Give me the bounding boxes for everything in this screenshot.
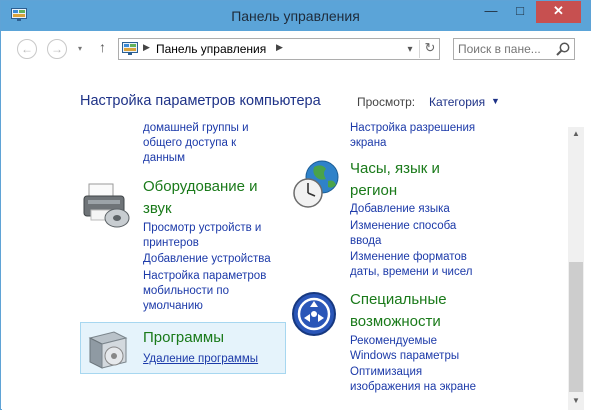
category-hardware-sound-line1[interactable]: Оборудование и — [143, 177, 258, 197]
refresh-icon[interactable]: ↻ — [419, 40, 440, 58]
breadcrumb-separator-icon[interactable]: ▶ — [143, 42, 150, 53]
vertical-scrollbar[interactable]: ▲ ▼ — [568, 127, 584, 410]
ease-of-access-icon[interactable] — [291, 291, 337, 337]
maximize-button[interactable]: □ — [506, 1, 534, 23]
screen-resolution-link-line2[interactable]: экрана — [350, 136, 386, 151]
breadcrumb-separator-icon[interactable]: ▶ — [276, 42, 283, 53]
search-input[interactable] — [458, 41, 552, 57]
scroll-up-arrow-icon[interactable]: ▲ — [572, 129, 580, 138]
homegroup-link-line3[interactable]: данным — [143, 151, 185, 166]
control-panel-window: Панель управления — □ ✕ ← → ▾ ↑ ▶ Панель… — [0, 0, 591, 410]
input-method-link-line2[interactable]: ввода — [350, 234, 381, 249]
optimize-display-link-line2[interactable]: изображения на экране — [350, 380, 476, 395]
category-hardware-sound-line2[interactable]: звук — [143, 199, 172, 219]
recommended-settings-link-line2[interactable]: Windows параметры — [350, 349, 459, 364]
close-button[interactable]: ✕ — [536, 1, 581, 23]
category-ease-of-access-line2[interactable]: возможности — [350, 312, 441, 332]
category-clock-region-line1[interactable]: Часы, язык и — [350, 159, 440, 179]
homegroup-link-line2[interactable]: общего доступа к — [143, 136, 236, 151]
control-panel-icon — [122, 42, 138, 55]
search-icon[interactable] — [555, 41, 571, 57]
printer-icon[interactable] — [81, 180, 133, 230]
view-dropdown-arrow-icon[interactable]: ▼ — [491, 96, 500, 106]
content-area: Настройка параметров компьютера Просмотр… — [2, 69, 591, 410]
formats-link-line1[interactable]: Изменение форматов — [350, 250, 467, 265]
category-programs[interactable]: Программы — [143, 328, 224, 348]
address-bar[interactable]: ▶ Панель управления ▶ ▾ ↻ — [118, 38, 440, 60]
view-label: Просмотр: — [357, 95, 416, 109]
programs-box-icon[interactable] — [86, 328, 130, 372]
mobility-settings-link-line1[interactable]: Настройка параметров — [143, 269, 266, 284]
address-dropdown-icon[interactable]: ▾ — [401, 41, 419, 59]
up-button[interactable]: ↑ — [99, 39, 106, 55]
formats-link-line2[interactable]: даты, времени и чисел — [350, 265, 472, 280]
forward-button[interactable]: → — [47, 39, 67, 59]
input-method-link-line1[interactable]: Изменение способа — [350, 219, 456, 234]
breadcrumb-control-panel[interactable]: Панель управления — [156, 42, 266, 56]
view-devices-link-line2[interactable]: принтеров — [143, 236, 199, 251]
navigation-bar: ← → ▾ ↑ ▶ Панель управления ▶ ▾ ↻ — [2, 31, 591, 69]
view-mode-dropdown[interactable]: Категория — [429, 95, 485, 109]
scrollbar-thumb[interactable] — [569, 262, 583, 392]
recent-pages-chevron-icon[interactable]: ▾ — [78, 44, 82, 53]
view-devices-link-line1[interactable]: Просмотр устройств и — [143, 221, 261, 236]
screen-resolution-link-line1[interactable]: Настройка разрешения — [350, 121, 475, 136]
optimize-display-link-line1[interactable]: Оптимизация — [350, 365, 422, 380]
back-button[interactable]: ← — [17, 39, 37, 59]
uninstall-program-link[interactable]: Удаление программы — [143, 352, 258, 367]
add-language-link[interactable]: Добавление языка — [350, 202, 450, 217]
search-box[interactable] — [453, 38, 575, 60]
recommended-settings-link-line1[interactable]: Рекомендуемые — [350, 334, 437, 349]
mobility-settings-link-line2[interactable]: мобильности по — [143, 284, 229, 299]
title-bar[interactable]: Панель управления — □ ✕ — [1, 1, 590, 31]
scroll-down-arrow-icon[interactable]: ▼ — [572, 396, 580, 405]
globe-clock-icon[interactable] — [292, 159, 344, 211]
page-title: Настройка параметров компьютера — [80, 93, 321, 109]
homegroup-link-line1[interactable]: домашней группы и — [143, 121, 249, 136]
add-device-link[interactable]: Добавление устройства — [143, 252, 271, 267]
category-clock-region-line2[interactable]: регион — [350, 181, 397, 201]
minimize-button[interactable]: — — [477, 1, 505, 23]
mobility-settings-link-line3[interactable]: умолчанию — [143, 299, 203, 314]
category-ease-of-access-line1[interactable]: Специальные — [350, 290, 447, 310]
